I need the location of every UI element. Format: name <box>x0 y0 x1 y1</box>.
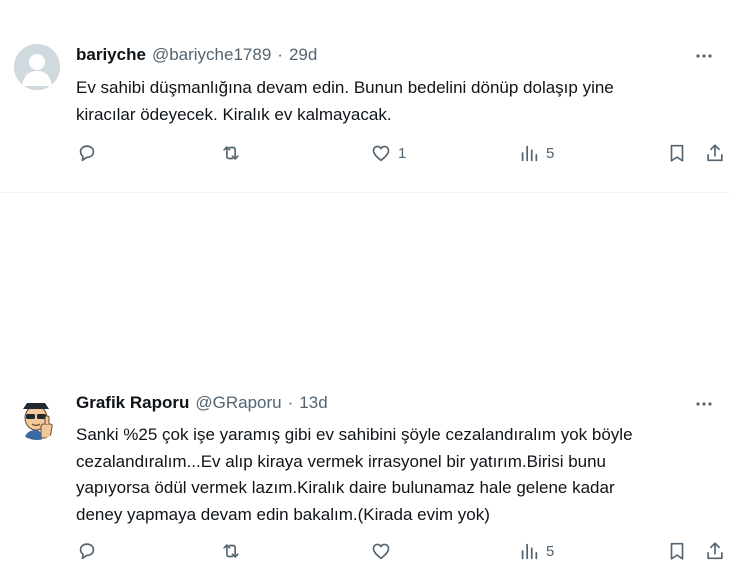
more-button[interactable] <box>692 392 716 416</box>
views-icon <box>521 145 538 162</box>
share-button[interactable] <box>704 140 726 166</box>
display-name[interactable]: Grafik Raporu <box>76 393 189 413</box>
separator-dot: · <box>287 393 294 412</box>
tweet-text: Ev sahibi düşmanlığına devam edin. Bunun… <box>76 75 706 128</box>
tweet-header: Grafik Raporu @GRaporu · 13d <box>76 392 328 414</box>
view-count: 5 <box>546 144 555 162</box>
tweet-text-line: Ev sahibi düşmanlığına devam edin. Bunun… <box>76 78 614 97</box>
view-count: 5 <box>546 542 555 560</box>
bookmark-button[interactable] <box>666 538 688 564</box>
more-icon <box>696 54 712 58</box>
tweet-actions: 5 <box>0 538 730 564</box>
display-name[interactable]: bariyche <box>76 45 146 65</box>
views-button[interactable]: 5 <box>518 140 554 166</box>
bookmark-button[interactable] <box>666 140 688 166</box>
tweet-actions: 1 5 <box>0 140 730 166</box>
retweet-button[interactable] <box>220 140 242 166</box>
tweet-text-line: deney yapmaya devam edin bakalım.(Kirada… <box>76 504 490 524</box>
timestamp[interactable]: 13d <box>299 393 327 413</box>
like-button[interactable]: 1 <box>370 140 406 166</box>
tweet-2[interactable]: Grafik Raporu @GRaporu · 13d Sanki %25 ç… <box>0 193 730 560</box>
tweet-text-line: yapıyorsa ödül vermek lazım.Kiralık dair… <box>76 478 615 497</box>
reply-button[interactable] <box>76 140 98 166</box>
tweet-text-line: kiracılar ödeyecek. Kiralık ev kalmayaca… <box>76 104 392 124</box>
retweet-button[interactable] <box>220 538 242 564</box>
reply-icon <box>79 543 95 560</box>
avatar-grafik-raporu[interactable] <box>14 394 60 440</box>
views-button[interactable]: 5 <box>518 538 554 564</box>
user-handle[interactable]: @GRaporu <box>195 393 281 413</box>
like-icon <box>372 543 390 560</box>
tweet-text: Sanki %25 çok işe yaramış gibi ev sahibi… <box>76 422 706 528</box>
tweet-text-line: cezalandıralım...Ev alıp kiraya vermek i… <box>76 451 607 471</box>
more-icon <box>696 402 712 406</box>
share-button[interactable] <box>704 538 726 564</box>
tweet-text-line: Sanki %25 çok işe yaramış gibi ev sahibi… <box>76 425 633 444</box>
like-count: 1 <box>398 144 407 162</box>
reply-button[interactable] <box>76 538 98 564</box>
more-button[interactable] <box>692 44 716 68</box>
share-icon <box>707 542 723 560</box>
bookmark-icon <box>670 144 684 162</box>
tweet-1[interactable]: bariyche @bariyche1789 · 29d Ev sahibi d… <box>0 0 730 193</box>
user-handle[interactable]: @bariyche1789 <box>152 45 271 65</box>
tweet-header: bariyche @bariyche1789 · 29d <box>76 44 317 66</box>
retweet-icon <box>223 544 239 558</box>
timestamp[interactable]: 29d <box>289 45 317 65</box>
separator-dot: · <box>277 45 283 64</box>
share-icon <box>707 144 723 162</box>
default-person-avatar-icon <box>14 44 60 90</box>
views-icon <box>521 543 538 560</box>
like-icon <box>372 145 390 162</box>
cartoon-thumbs-up-avatar-icon <box>14 394 60 440</box>
bookmark-icon <box>670 542 684 560</box>
retweet-icon <box>223 146 239 160</box>
reply-icon <box>79 145 95 162</box>
avatar-bariyche[interactable] <box>14 44 60 90</box>
like-button[interactable] <box>370 538 398 564</box>
